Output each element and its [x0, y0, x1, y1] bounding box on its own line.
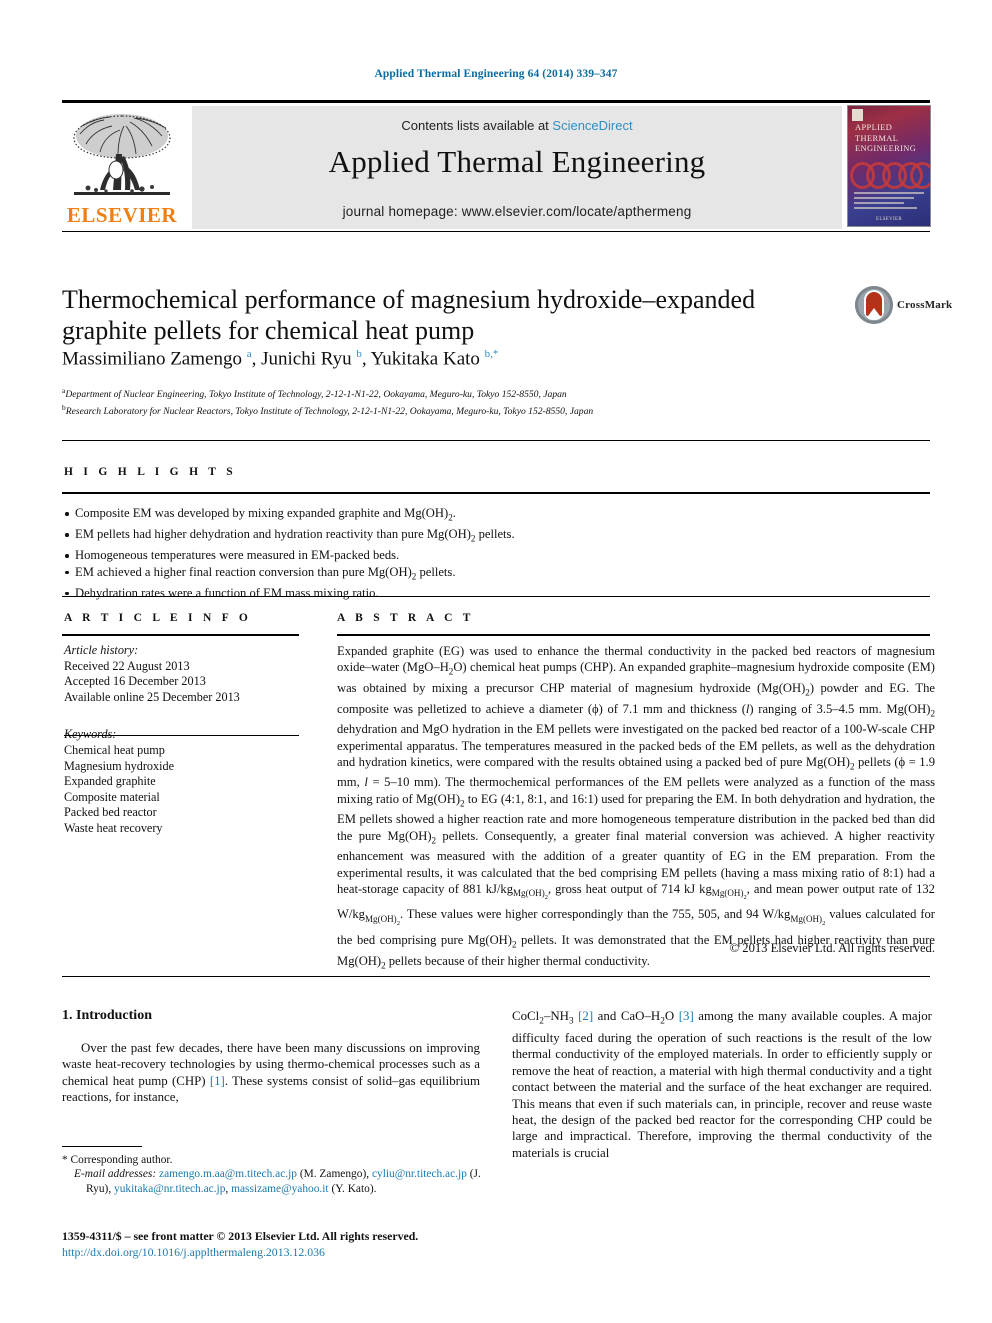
paper-page: Applied Thermal Engineering 64 (2014) 33… [0, 0, 992, 1323]
article-history-received: Received 22 August 2013 [64, 658, 190, 673]
list-item: EM achieved a higher final reaction conv… [64, 564, 930, 585]
masthead-bottom-rule [62, 231, 930, 232]
contents-available-line: Contents lists available at ScienceDirec… [192, 118, 842, 133]
elsevier-tree-icon [73, 114, 171, 195]
list-item: Dehydration rates were a function of EM … [64, 585, 930, 602]
journal-masthead: ELSEVIER Contents lists available at Sci… [62, 100, 931, 232]
list-item: Homogeneous temperatures were measured i… [64, 547, 930, 564]
cover-caption-lines [854, 192, 924, 212]
affiliation-list: aDepartment of Nuclear Engineering, Toky… [62, 384, 862, 418]
elsevier-wordmark: ELSEVIER [66, 203, 178, 227]
article-history-online: Available online 25 December 2013 [64, 689, 240, 704]
cover-footer-text: ELSEVIER [875, 217, 902, 222]
journal-cover-thumbnail: APPLIED THERMAL ENGINEERING ELSEVIER [847, 105, 931, 227]
crossmark-icon [855, 286, 893, 324]
keyword-item: Chemical heat pump [64, 742, 165, 757]
footnote-rule [62, 1146, 142, 1147]
keyword-item: Composite material [64, 789, 160, 804]
sciencedirect-link[interactable]: ScienceDirect [552, 118, 632, 133]
journal-title: Applied Thermal Engineering [328, 144, 706, 179]
doi-link[interactable]: http://dx.doi.org/10.1016/j.applthermale… [62, 1245, 492, 1260]
keyword-item: Waste heat recovery [64, 820, 163, 835]
masthead-top-rule [62, 100, 930, 103]
crossmark-badge[interactable]: CrossMark [855, 286, 952, 326]
affiliation-a: aDepartment of Nuclear Engineering, Toky… [62, 386, 567, 401]
corresponding-author-note: * Corresponding author. [62, 1154, 173, 1166]
article-info-heading: A R T I C L E I N F O [64, 612, 252, 624]
affiliation-b: bResearch Laboratory for Nuclear Reactor… [62, 403, 594, 418]
keyword-item: Magnesium hydroxide [64, 758, 175, 773]
intro-paragraph-right: CoCl2–NH3 [2] and CaO–H2O [3] among the … [512, 1009, 932, 1160]
keywords-block: Keywords: Chemical heat pump Magnesium h… [64, 727, 299, 836]
article-info-block: Article history: Received 22 August 2013… [64, 643, 299, 837]
keyword-item: Packed bed reactor [64, 805, 157, 820]
article-history-accepted: Accepted 16 December 2013 [64, 674, 206, 689]
cover-title-line1: APPLIED [855, 123, 893, 132]
article-info-under-rule [62, 634, 299, 636]
keyword-item: Expanded graphite [64, 774, 156, 789]
body-column-right: CoCl2–NH3 [2] and CaO–H2O [3] among the … [512, 1008, 932, 1161]
section-heading-introduction: 1. Introduction [62, 1008, 152, 1023]
abstract-under-rule [337, 634, 930, 636]
highlights-heading: H I G H L I G H T S [64, 466, 237, 478]
info-top-rule [62, 596, 930, 597]
abstract-text: Expanded graphite (EG) was used to enhan… [337, 644, 936, 971]
cover-rings-graphic [848, 160, 930, 189]
author-list: Massimiliano Zamengo a, Junichi Ryu b, Y… [62, 348, 499, 370]
journal-homepage-link[interactable]: journal homepage: www.elsevier.com/locat… [192, 204, 842, 219]
cover-elsevier-mark [852, 109, 863, 121]
abstract-heading: A B S T R A C T [337, 612, 475, 624]
running-head: Applied Thermal Engineering 64 (2014) 33… [374, 68, 618, 80]
cover-title-line2: THERMAL [855, 133, 899, 143]
highlights-under-rule [62, 492, 930, 494]
issn-front-matter: 1359-4311/$ – see front matter © 2013 El… [62, 1229, 419, 1243]
body-top-rule [62, 976, 930, 977]
journal-band: Contents lists available at ScienceDirec… [192, 106, 842, 229]
list-item: Composite EM was developed by mixing exp… [64, 505, 930, 526]
email-addresses-note: E-mail addresses: zamengo.m.aa@m.titech.… [74, 1168, 481, 1195]
list-item: EM pellets had higher dehydration and hy… [64, 526, 930, 547]
article-history-label: Article history: [64, 643, 139, 657]
cover-title-line3: ENGINEERING [855, 144, 917, 153]
abstract-copyright: © 2013 Elsevier Ltd. All rights reserved… [729, 941, 935, 955]
cover-title-text: APPLIED THERMAL ENGINEERING [855, 123, 927, 155]
contents-prefix: Contents lists available at [401, 118, 553, 133]
body-column-left: 1. Introduction Over the past few decade… [62, 1008, 480, 1106]
footnote-block: * Corresponding author. E-mail addresses… [62, 1146, 482, 1196]
elsevier-logo: ELSEVIER [62, 106, 182, 230]
highlights-top-rule [62, 440, 930, 441]
highlights-list: Composite EM was developed by mixing exp… [64, 505, 930, 602]
page-title: Thermochemical performance of magnesium … [62, 285, 756, 345]
keywords-rule [64, 735, 299, 736]
crossmark-label: CrossMark [897, 299, 953, 311]
intro-paragraph-left: Over the past few decades, there have be… [62, 1041, 481, 1105]
